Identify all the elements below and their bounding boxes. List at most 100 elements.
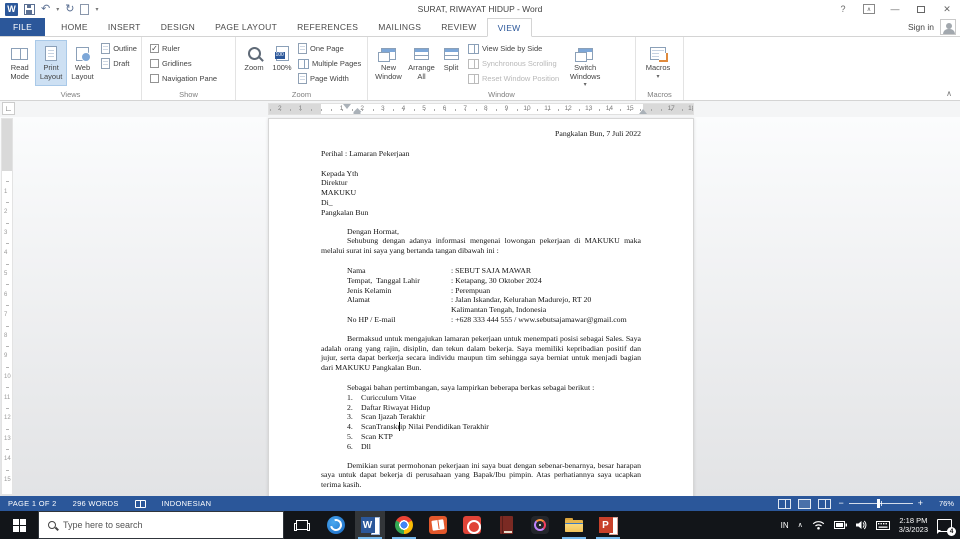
print-layout-view-button[interactable]: [798, 498, 812, 509]
arrange-all-button[interactable]: Arrange All: [405, 40, 438, 86]
split-button[interactable]: Split: [438, 40, 464, 86]
list-item-with-cursor: 4. ScanTranskrip Nilai Pendidikan Terakhi…: [347, 422, 641, 432]
read-mode-button[interactable]: Read Mode: [4, 40, 35, 86]
minimize-button[interactable]: —: [882, 0, 908, 18]
list-item: 1. Curicculum Vitae: [347, 392, 417, 402]
status-bar: PAGE 1 OF 2 296 WORDS INDONESIAN − + 76%: [0, 496, 960, 511]
collapse-ribbon-button[interactable]: ∧: [946, 89, 952, 98]
taskbar-app-shareit[interactable]: [321, 511, 351, 539]
ruler-checkbox[interactable]: ✓ Ruler: [150, 43, 217, 54]
close-button[interactable]: ✕: [934, 0, 960, 18]
zoom-100-button[interactable]: 100%: [268, 40, 296, 86]
read-mode-view-button[interactable]: [778, 498, 792, 509]
search-input[interactable]: Type here to search: [38, 511, 284, 539]
switch-windows-button[interactable]: Switch Windows ▾: [565, 40, 605, 91]
new-window-button[interactable]: New Window: [372, 40, 405, 86]
reset-window-position-button: Reset Window Position: [468, 73, 559, 84]
attachments-list: 1. Curicculum Vitae 2. Daftar Riwayat Hidu…: [321, 393, 641, 452]
vertical-ruler[interactable]: 1 2 3 4 5 6 7 8 9 10 11 12 13 14 15: [1, 118, 13, 495]
page-width-button[interactable]: Page Width: [298, 73, 361, 84]
new-document-icon[interactable]: [80, 3, 90, 15]
action-center-icon[interactable]: 4: [937, 518, 956, 536]
start-button[interactable]: [0, 511, 38, 539]
gridlines-checkbox[interactable]: Gridlines: [150, 58, 217, 69]
undo-icon[interactable]: ↶: [41, 3, 50, 15]
blue-circle-app-icon: [327, 516, 345, 534]
horizontal-ruler[interactable]: 211234567891011121314151718: [268, 103, 694, 115]
left-indent-marker[interactable]: [353, 108, 361, 114]
touch-keyboard-icon[interactable]: [875, 520, 890, 530]
ribbon-display-options-button[interactable]: ∧: [856, 0, 882, 18]
navigation-check-icon: [150, 74, 159, 83]
document-page[interactable]: Pangkalan Bun, 7 Juli 2022 Perihal : Lam…: [268, 118, 694, 496]
ribbon-group-show: ✓ Ruler Gridlines Navigation Pane Show: [142, 37, 236, 100]
ribbon-group-zoom: Zoom 100% One Page Multiple Pages Page W…: [236, 37, 368, 100]
wifi-icon[interactable]: [812, 520, 825, 530]
multiple-pages-button[interactable]: Multiple Pages: [298, 58, 361, 69]
zoom-slider[interactable]: − +: [838, 499, 923, 508]
split-icon: [443, 47, 459, 60]
tab-stop-selector[interactable]: ∟: [2, 102, 15, 115]
one-page-button[interactable]: One Page: [298, 43, 361, 54]
print-layout-button[interactable]: Print Layout: [35, 40, 67, 86]
macros-button[interactable]: Macros ▾: [640, 40, 676, 86]
tab-file[interactable]: FILE: [0, 18, 46, 36]
restore-button[interactable]: [908, 0, 934, 18]
taskbar-app-powerpoint[interactable]: P: [593, 511, 623, 539]
list-item: 2. Daftar Riwayat Hidup: [347, 402, 431, 412]
show-hidden-icons-button[interactable]: ∧: [798, 521, 803, 529]
tab-design[interactable]: DESIGN: [151, 18, 205, 36]
sign-in-link[interactable]: Sign in: [908, 22, 934, 32]
tab-page-layout[interactable]: PAGE LAYOUT: [205, 18, 287, 36]
tab-references[interactable]: REFERENCES: [287, 18, 368, 36]
detail-row: No HP / E-mail: +628 333 444 555 / www.s…: [347, 314, 627, 324]
taskbar-app-media[interactable]: [525, 511, 555, 539]
view-side-by-side-button[interactable]: View Side by Side: [468, 43, 559, 54]
save-icon[interactable]: [24, 3, 35, 15]
customize-qat-icon[interactable]: ▾: [95, 6, 98, 13]
letter-subject: Perihal : Lamaran Pekerjaan: [321, 148, 410, 158]
taskbar-app-chrome[interactable]: [389, 511, 419, 539]
avatar[interactable]: [940, 19, 956, 35]
taskbar-app-explorer[interactable]: [559, 511, 589, 539]
tab-mailings[interactable]: MAILINGS: [368, 18, 431, 36]
macros-icon: [650, 47, 668, 62]
web-layout-view-button[interactable]: [818, 498, 832, 509]
navigation-pane-checkbox[interactable]: Navigation Pane: [150, 73, 217, 84]
detail-row: Nama: SEBUT SAJA MAWAR: [347, 265, 532, 275]
task-view-button[interactable]: [287, 511, 317, 539]
zoom-percentage[interactable]: 76%: [930, 499, 954, 508]
tab-home[interactable]: HOME: [51, 18, 98, 36]
zoom-100-icon: [274, 46, 289, 61]
battery-icon[interactable]: [833, 521, 847, 529]
language-tray-indicator[interactable]: IN: [781, 521, 789, 530]
redo-icon[interactable]: ↻: [65, 3, 74, 15]
proofing-icon[interactable]: [134, 499, 146, 508]
detail-row: Jenis Kelamin: Perempuan: [347, 285, 491, 295]
taskbar-app-ebook[interactable]: [491, 511, 521, 539]
zoom-button[interactable]: Zoom: [240, 40, 268, 86]
draft-button[interactable]: Draft: [101, 58, 137, 69]
language-indicator[interactable]: INDONESIAN: [154, 499, 220, 508]
tab-review[interactable]: REVIEW: [431, 18, 486, 36]
taskbar-app-reader[interactable]: [423, 511, 453, 539]
tab-view[interactable]: VIEW: [486, 18, 532, 37]
zoom-track[interactable]: [848, 499, 913, 508]
tab-insert[interactable]: INSERT: [98, 18, 151, 36]
zoom-out-button[interactable]: −: [838, 499, 843, 508]
word-count[interactable]: 296 WORDS: [65, 499, 127, 508]
web-layout-button[interactable]: Web Layout: [67, 40, 98, 86]
outline-button[interactable]: Outline: [101, 43, 137, 54]
speaker-icon[interactable]: [855, 520, 867, 530]
taskbar: Type here to search W P IN ∧ 2:18 PM 3/3…: [0, 511, 960, 539]
taskbar-app-camera[interactable]: [457, 511, 487, 539]
first-line-indent-marker[interactable]: [343, 104, 351, 109]
taskbar-app-word[interactable]: W: [355, 511, 385, 539]
page-indicator[interactable]: PAGE 1 OF 2: [0, 499, 65, 508]
help-button[interactable]: ?: [830, 0, 856, 18]
zoom-in-button[interactable]: +: [918, 499, 923, 508]
undo-dropdown-icon[interactable]: ▾: [56, 6, 59, 13]
notification-badge: 4: [947, 526, 956, 536]
clock[interactable]: 2:18 PM 3/3/2023: [899, 516, 928, 534]
zoom-handle[interactable]: [876, 499, 880, 508]
